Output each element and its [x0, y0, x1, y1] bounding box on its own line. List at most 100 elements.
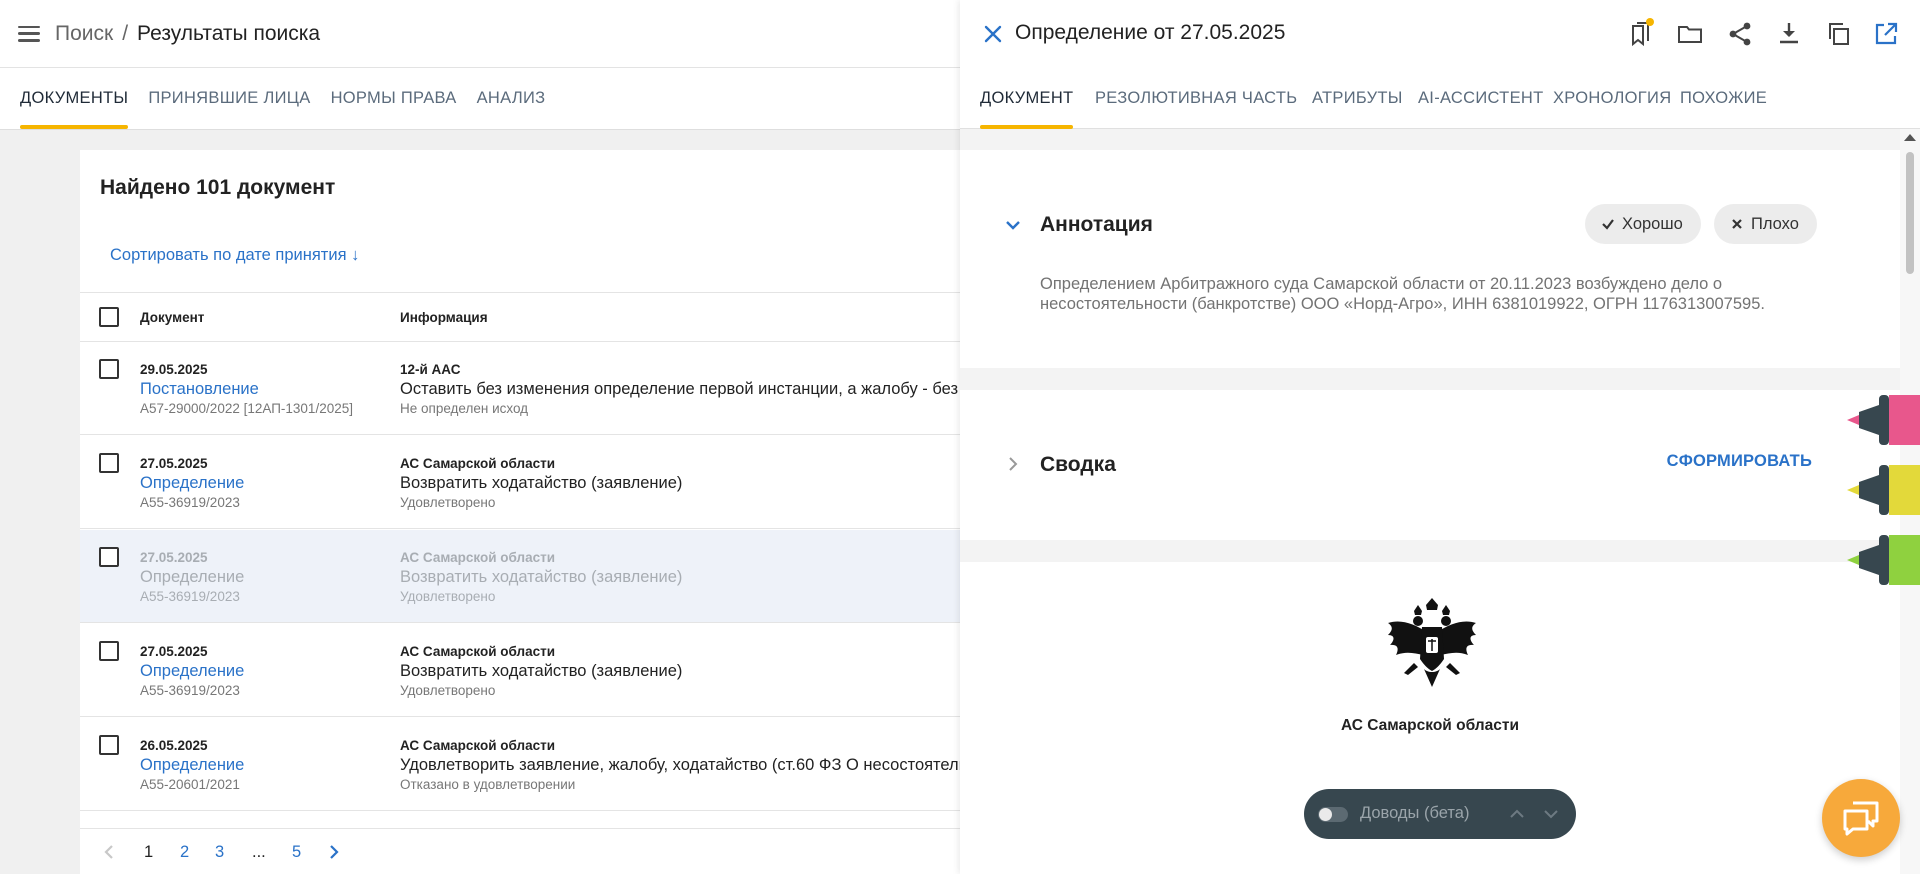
- row-description: Удовлетворить заявление, жалобу, ходатай…: [400, 756, 968, 774]
- highlighter-yellow-icon[interactable]: [1845, 463, 1920, 517]
- row-date: 27.05.2025: [140, 456, 208, 471]
- highlighter-pink-icon[interactable]: [1845, 393, 1920, 447]
- page-2[interactable]: 2: [180, 843, 189, 862]
- row-description: Возвратить ходатайство (заявление): [400, 662, 683, 680]
- row-description: Оставить без изменения определение перво…: [400, 380, 971, 398]
- breadcrumb-search[interactable]: Поиск: [55, 22, 113, 46]
- tab-decision-makers[interactable]: ПРИНЯВШИЕ ЛИЦА: [148, 68, 310, 129]
- row-case-number: А57-29000/2022 [12АП-1301/2025]: [140, 401, 353, 416]
- share-icon[interactable]: [1726, 20, 1754, 48]
- select-all-checkbox[interactable]: [99, 307, 119, 327]
- chat-icon: [1843, 801, 1879, 836]
- breadcrumb-current: Результаты поиска: [137, 21, 321, 45]
- row-date: 27.05.2025: [140, 550, 208, 565]
- table-row[interactable]: 27.05.2025 Определение А55-36919/2023 АС…: [80, 624, 960, 717]
- document-tabs: ДОКУМЕНТ РЕЗОЛЮТИВНАЯ ЧАСТЬ АТРИБУТЫ AI-…: [960, 68, 1920, 129]
- row-checkbox[interactable]: [99, 641, 119, 661]
- tab-ai-assistant[interactable]: AI-АССИСТЕНТ: [1418, 68, 1543, 129]
- row-court: 12-й ААС: [400, 362, 461, 377]
- page-5[interactable]: 5: [292, 843, 301, 862]
- row-doc-type-link[interactable]: Постановление: [140, 380, 259, 399]
- arguments-toggle-switch[interactable]: [1318, 807, 1348, 822]
- copy-icon[interactable]: [1825, 20, 1853, 48]
- document-title: Определение от 27.05.2025: [1015, 21, 1286, 44]
- top-bar: Поиск / Результаты поиска: [0, 0, 960, 68]
- annotation-text: Определением Арбитражного суда Самарской…: [1040, 275, 1765, 313]
- row-checkbox[interactable]: [99, 359, 119, 379]
- sort-by-date-link[interactable]: Сортировать по дате принятия ↓: [110, 246, 359, 265]
- menu-icon[interactable]: [18, 25, 40, 42]
- tab-document[interactable]: ДОКУМЕНТ: [980, 68, 1074, 129]
- rate-good-label: Хорошо: [1622, 214, 1683, 233]
- pagination: 1 2 3 ... 5: [80, 828, 960, 874]
- annotation-section: Аннотация Хорошо Плохо Определением Арби…: [960, 150, 1900, 368]
- tab-chronology[interactable]: ХРОНОЛОГИЯ: [1553, 68, 1671, 129]
- document-court-name: АС Самарской области: [1340, 717, 1519, 734]
- row-checkbox[interactable]: [99, 547, 119, 567]
- row-description: Возвратить ходатайство (заявление): [400, 474, 683, 492]
- check-icon: [1602, 219, 1614, 230]
- scrollbar-thumb[interactable]: [1906, 152, 1914, 274]
- next-page-icon[interactable]: [327, 844, 341, 860]
- chevron-down-icon[interactable]: [1540, 803, 1562, 825]
- tab-legal-norms[interactable]: НОРМЫ ПРАВА: [331, 68, 457, 129]
- page-ellipsis: ...: [252, 843, 266, 861]
- tab-analysis[interactable]: АНАЛИЗ: [477, 68, 546, 129]
- arguments-toggle-bar: Доводы (бета): [1304, 789, 1576, 839]
- column-header-document: Документ: [140, 310, 205, 325]
- tab-similar[interactable]: ПОХОЖИЕ: [1680, 68, 1767, 129]
- highlighter-green-icon[interactable]: [1845, 533, 1920, 587]
- row-outcome: Удовлетворено: [400, 683, 496, 698]
- tab-attributes[interactable]: АТРИБУТЫ: [1312, 68, 1403, 129]
- scroll-up-arrow[interactable]: [1904, 134, 1916, 141]
- rate-bad-label: Плохо: [1751, 214, 1799, 233]
- results-count-title: Найдено 101 документ: [100, 176, 336, 199]
- page-1[interactable]: 1: [144, 843, 153, 862]
- row-checkbox[interactable]: [99, 453, 119, 473]
- row-court: АС Самарской области: [400, 456, 556, 471]
- row-doc-type-link[interactable]: Определение: [140, 662, 244, 681]
- close-icon[interactable]: [980, 21, 1006, 47]
- rate-bad-button[interactable]: Плохо: [1714, 204, 1817, 244]
- table-row[interactable]: 27.05.2025 Определение А55-36919/2023 АС…: [80, 436, 960, 529]
- table-row-selected[interactable]: 27.05.2025 Определение А55-36919/2023 АС…: [80, 530, 960, 623]
- row-case-number: А55-36919/2023: [140, 495, 240, 510]
- prev-page-icon[interactable]: [102, 844, 116, 860]
- generate-summary-button[interactable]: СФОРМИРОВАТЬ: [1667, 452, 1812, 471]
- rate-good-button[interactable]: Хорошо: [1585, 204, 1701, 244]
- row-case-number: А55-20601/2021: [140, 777, 240, 792]
- row-outcome: Удовлетворено: [400, 495, 496, 510]
- tab-documents[interactable]: ДОКУМЕНТЫ: [20, 68, 129, 129]
- row-date: 26.05.2025: [140, 738, 208, 753]
- download-icon[interactable]: [1775, 20, 1803, 48]
- row-date: 29.05.2025: [140, 362, 208, 377]
- chevron-up-icon[interactable]: [1506, 803, 1528, 825]
- annotation-title: Аннотация: [1040, 213, 1153, 236]
- tab-resolution[interactable]: РЕЗОЛЮТИВНАЯ ЧАСТЬ: [1095, 68, 1297, 129]
- page-3[interactable]: 3: [215, 843, 224, 862]
- open-external-icon[interactable]: [1872, 20, 1900, 48]
- table-row[interactable]: 26.05.2025 Определение А55-20601/2021 АС…: [80, 718, 967, 811]
- summary-section: Сводка СФОРМИРОВАТЬ: [960, 390, 1900, 540]
- results-tabs: ДОКУМЕНТЫ ПРИНЯВШИЕ ЛИЦА НОРМЫ ПРАВА АНА…: [0, 68, 960, 130]
- row-doc-type-link[interactable]: Определение: [140, 474, 244, 493]
- table-row[interactable]: 29.05.2025 Постановление А57-29000/2022 …: [80, 342, 971, 435]
- row-description: Возвратить ходатайство (заявление): [400, 568, 683, 586]
- arguments-toggle-label: Доводы (бета): [1360, 804, 1470, 822]
- bookmarks-icon[interactable]: [1627, 18, 1655, 48]
- coat-of-arms-emblem: [1388, 598, 1476, 687]
- chevron-right-icon[interactable]: [1004, 455, 1022, 473]
- row-outcome: Удовлетворено: [400, 589, 496, 604]
- document-panel: Определение от 27.05.2025 ДОКУМЕНТ РЕЗОЛ…: [960, 0, 1920, 874]
- chat-button[interactable]: [1822, 779, 1900, 857]
- row-court: АС Самарской области: [400, 644, 556, 659]
- row-outcome: Не определен исход: [400, 401, 529, 416]
- folder-icon[interactable]: [1676, 20, 1704, 48]
- chevron-down-icon[interactable]: [1004, 216, 1022, 234]
- row-doc-type-link[interactable]: Определение: [140, 568, 244, 587]
- column-header-info: Информация: [400, 310, 488, 325]
- row-doc-type-link[interactable]: Определение: [140, 756, 244, 775]
- row-case-number: А55-36919/2023: [140, 683, 240, 698]
- breadcrumb-separator: /: [122, 21, 129, 45]
- row-checkbox[interactable]: [99, 735, 119, 755]
